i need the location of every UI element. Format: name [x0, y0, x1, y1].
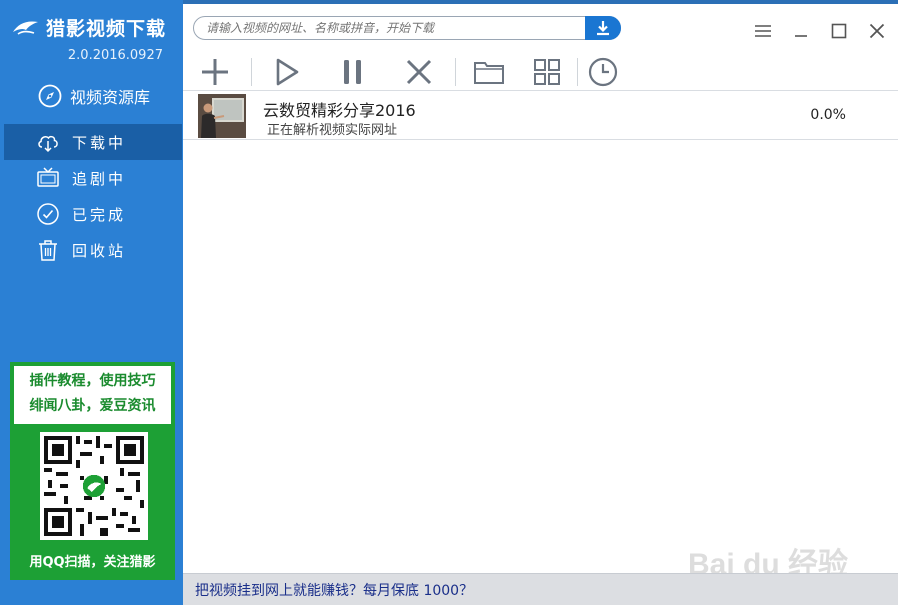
- download-list: 云数贸精彩分享2016 正在解析视频实际网址 0.0%: [183, 90, 898, 140]
- pause-button[interactable]: [335, 54, 371, 90]
- promo-banner[interactable]: 插件教程，使用技巧 绯闻八卦，爱豆资讯 用QQ扫描，关注猎影: [10, 362, 175, 580]
- app-logo: 猎影视频下载: [12, 14, 166, 41]
- schedule-button[interactable]: [585, 54, 621, 90]
- close-button[interactable]: [866, 20, 888, 42]
- window-controls: [752, 20, 888, 42]
- add-task-button[interactable]: [197, 54, 233, 90]
- compass-icon: [38, 84, 62, 108]
- tv-icon: [37, 167, 59, 187]
- download-row[interactable]: 云数贸精彩分享2016 正在解析视频实际网址 0.0%: [183, 90, 898, 140]
- toolbar-divider: [455, 58, 456, 86]
- trash-icon: [39, 240, 57, 261]
- app-version: 2.0.2016.0927: [67, 48, 163, 63]
- download-status: 正在解析视频实际网址: [267, 123, 398, 138]
- delete-icon: [406, 59, 432, 85]
- cloud-download-icon: [38, 135, 58, 153]
- minimize-button[interactable]: [790, 20, 812, 42]
- start-button[interactable]: [269, 54, 305, 90]
- maximize-button[interactable]: [828, 20, 850, 42]
- sidebar-item-downloading[interactable]: 下载中: [4, 124, 182, 160]
- sidebar-item-recycle-bin[interactable]: 回收站: [4, 232, 182, 268]
- close-icon: [869, 23, 885, 39]
- sidebar-item-label: 已完成: [72, 205, 127, 224]
- sidebar-item-completed[interactable]: 已完成: [4, 196, 182, 232]
- app-title: 猎影视频下载: [46, 18, 167, 40]
- sidebar: 猎影视频下载 2.0.2016.0927 视频资源库 下载中 追剧中 已完成 回…: [0, 0, 183, 605]
- toolbar-divider: [577, 58, 578, 86]
- menu-button[interactable]: [752, 20, 774, 42]
- promo-caption: 用QQ扫描，关注猎影: [29, 555, 156, 570]
- qr-code-icon: [40, 432, 148, 540]
- pause-icon: [344, 60, 361, 84]
- grid-icon: [534, 59, 560, 85]
- download-arrow-icon: [597, 21, 609, 36]
- search-download-button[interactable]: [585, 16, 621, 40]
- toolbar: [197, 54, 887, 90]
- delete-button[interactable]: [401, 54, 437, 90]
- search-bar: [193, 16, 621, 40]
- footer-ad-link[interactable]: 把视频挂到网上就能赚钱？每月保底 1000？: [195, 580, 473, 600]
- hamburger-icon: [755, 25, 771, 37]
- open-folder-button[interactable]: [471, 54, 507, 90]
- sidebar-item-label: 追剧中: [72, 169, 127, 188]
- sidebar-nav: 下载中 追剧中 已完成 回收站: [4, 124, 182, 268]
- sidebar-item-label: 下载中: [72, 133, 127, 152]
- clock-icon: [588, 57, 618, 87]
- sidebar-item-following[interactable]: 追剧中: [4, 160, 182, 196]
- promo-headline: 插件教程，使用技巧 绯闻八卦，爱豆资讯: [14, 366, 171, 424]
- add-icon: [202, 59, 228, 85]
- video-library-link[interactable]: 视频资源库: [38, 84, 150, 108]
- sidebar-item-label: 回收站: [72, 241, 127, 260]
- video-library-label: 视频资源库: [70, 88, 151, 107]
- search-input[interactable]: [206, 20, 586, 36]
- toolbar-divider: [251, 58, 252, 86]
- promo-line-2: 绯闻八卦，爱豆资讯: [29, 398, 156, 414]
- download-progress: 0.0%: [810, 107, 846, 123]
- main-panel: 云数贸精彩分享2016 正在解析视频实际网址 0.0% Bai du 经验 ji…: [183, 0, 898, 605]
- grid-view-button[interactable]: [529, 54, 565, 90]
- play-icon: [276, 58, 299, 86]
- promo-line-1: 插件教程，使用技巧: [29, 373, 156, 389]
- minimize-icon: [795, 35, 807, 37]
- video-thumbnail: [198, 94, 246, 138]
- maximize-icon: [831, 23, 847, 39]
- logo-bird-icon: [13, 20, 38, 35]
- folder-icon: [474, 62, 504, 84]
- check-circle-icon: [37, 203, 59, 225]
- footer-bar: 把视频挂到网上就能赚钱？每月保底 1000？: [183, 573, 898, 605]
- download-title: 云数贸精彩分享2016: [263, 101, 416, 120]
